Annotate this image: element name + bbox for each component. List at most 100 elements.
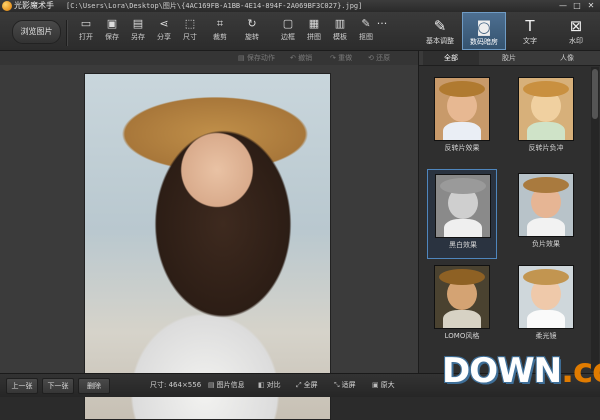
image-info-button[interactable]: ▤ 图片信息 xyxy=(208,374,245,397)
undo-button[interactable]: ↶ 撤销 xyxy=(290,51,312,65)
effect-category-tabs: 全部 胶片 人像 xyxy=(419,51,600,66)
edited-photo[interactable] xyxy=(84,73,331,420)
fullscreen-button[interactable]: ⤢ 全屏 xyxy=(296,374,318,397)
next-image-button[interactable]: 下一张 xyxy=(42,378,74,394)
tool-label: 裁剪 xyxy=(213,33,227,41)
tool-label: 保存 xyxy=(105,33,119,41)
panel-tab-label: 文字 xyxy=(523,37,537,45)
effect-label: 负片效果 xyxy=(532,240,560,248)
thumbnail-dress xyxy=(527,218,565,236)
effect-preset[interactable]: LOMO风格 xyxy=(427,261,497,351)
frame-icon: ▢ xyxy=(282,17,294,30)
app-name: 光影魔术手 xyxy=(14,1,54,10)
camera-icon: ◙ xyxy=(476,18,492,36)
crop-icon: ⌗ xyxy=(216,17,224,30)
effect-thumbnail xyxy=(434,265,490,329)
effects-scrollbar[interactable] xyxy=(591,67,599,371)
effect-category-tab[interactable]: 胶片 xyxy=(481,51,537,65)
more-tools-button[interactable]: ··· xyxy=(374,16,390,48)
effect-label: 黑白效果 xyxy=(449,241,477,249)
thumbnail-dress xyxy=(527,310,565,328)
maximize-button[interactable]: □ xyxy=(570,0,584,12)
original-size-button[interactable]: ▣ 原大 xyxy=(372,374,395,397)
basic-adjust-icon: ✎ xyxy=(433,17,447,35)
panel-tab-label: 数码暗房 xyxy=(470,38,498,46)
fit-screen-icon: ⤡ xyxy=(334,381,340,389)
thumbnail-hat xyxy=(439,81,485,97)
compare-icon: ◧ xyxy=(258,381,265,389)
compare-button[interactable]: ◧ 对比 xyxy=(258,374,281,397)
tool-label: 模板 xyxy=(333,33,347,41)
effect-category-tab[interactable]: 人像 xyxy=(539,51,595,65)
tool-collage-button[interactable]: ▦ 拼图 xyxy=(300,16,328,48)
effect-preset[interactable]: 负片效果 xyxy=(511,169,581,259)
effect-thumbnail xyxy=(518,77,574,141)
open-folder-icon: ▭ xyxy=(80,17,92,30)
tool-rotate-button[interactable]: ↻ 旋转 xyxy=(238,16,266,48)
tool-save-as-button[interactable]: ▤ 另存 xyxy=(124,16,152,48)
thumbnail-dress xyxy=(527,122,565,140)
tool-template-button[interactable]: ▥ 模板 xyxy=(326,16,354,48)
tool-label: 分享 xyxy=(157,33,171,41)
previous-image-button[interactable]: 上一张 xyxy=(6,378,38,394)
tool-save-button[interactable]: ▣ 保存 xyxy=(98,16,126,48)
minimize-button[interactable]: — xyxy=(556,0,570,12)
panel-tab-label: 水印 xyxy=(569,37,583,45)
tool-crop-button[interactable]: ⌗ 裁剪 xyxy=(206,16,234,48)
watermark-icon: ⊠ xyxy=(569,17,583,35)
resize-icon: ⬚ xyxy=(184,17,196,30)
effect-preset[interactable]: 柔光镜 xyxy=(511,261,581,351)
effect-thumbnail xyxy=(434,77,490,141)
tool-label: 拼图 xyxy=(307,33,321,41)
delete-image-button[interactable]: 删除 xyxy=(78,378,110,394)
effect-label: 反转片负冲 xyxy=(528,144,564,152)
tool-label: 尺寸 xyxy=(183,33,197,41)
scrollbar-thumb[interactable] xyxy=(592,69,598,119)
share-icon: ⋖ xyxy=(159,17,169,30)
collage-icon: ▦ xyxy=(308,17,320,30)
thumbnail-dress xyxy=(443,122,481,140)
effect-thumbnail xyxy=(518,265,574,329)
effect-thumbnail xyxy=(518,173,574,237)
thumbnail-dress xyxy=(444,219,482,237)
text-icon: T xyxy=(525,17,535,35)
tool-label: 边框 xyxy=(281,33,295,41)
thumbnail-hat xyxy=(523,177,569,193)
effects-panel: 全部 胶片 人像 反转片效果 反转片负冲黑白效果 负片效果 LOMO风格 柔光镜 xyxy=(418,51,600,373)
thumbnail-dress xyxy=(443,310,481,328)
app-logo-icon xyxy=(2,1,12,11)
tool-share-button[interactable]: ⋖ 分享 xyxy=(150,16,178,48)
save-action-button[interactable]: ▤ 保存动作 xyxy=(238,51,275,65)
undo-bar: ▤ 保存动作 ↶ 撤销 ↷ 重做 ⟲ 还原 xyxy=(0,51,418,65)
document-path: [C:\Users\Lora\Desktop\图片\{4AC169FB-A1BB… xyxy=(66,2,363,10)
info-icon: ▤ xyxy=(208,381,215,389)
thumbnail-hat xyxy=(523,81,569,97)
panel-tab-camera[interactable]: ◙ 数码暗房 xyxy=(462,12,506,50)
fullscreen-icon: ⤢ xyxy=(296,381,302,389)
tool-label: 另存 xyxy=(131,33,145,41)
canvas-area: ▤ 保存动作 ↶ 撤销 ↷ 重做 ⟲ 还原 xyxy=(0,51,418,420)
thumbnail-hat xyxy=(440,178,486,194)
effect-category-tab[interactable]: 全部 xyxy=(423,51,479,65)
redo-button[interactable]: ↷ 重做 xyxy=(330,51,352,65)
effect-label: 反转片效果 xyxy=(444,144,480,152)
rotate-icon: ↻ xyxy=(247,17,257,30)
effect-preset[interactable]: 黑白效果 xyxy=(427,169,497,259)
restore-button[interactable]: ⟲ 还原 xyxy=(368,51,390,65)
tool-resize-button[interactable]: ⬚ 尺寸 xyxy=(176,16,204,48)
effect-thumbnail xyxy=(435,174,491,238)
image-size-readout: 尺寸: 464×556 xyxy=(150,381,202,389)
browse-images-button[interactable]: 浏览图片 xyxy=(12,20,61,44)
tool-open-folder-button[interactable]: ▭ 打开 xyxy=(72,16,100,48)
effect-label: LOMO风格 xyxy=(444,332,480,340)
close-button[interactable]: ✕ xyxy=(584,0,598,12)
tool-frame-button[interactable]: ▢ 边框 xyxy=(274,16,302,48)
effect-preset[interactable]: 反转片负冲 xyxy=(511,73,581,163)
effect-preset[interactable]: 反转片效果 xyxy=(427,73,497,163)
toolbar-divider xyxy=(66,20,68,46)
panel-tab-watermark[interactable]: ⊠ 水印 xyxy=(554,12,598,50)
panel-tab-text[interactable]: T 文字 xyxy=(508,12,552,50)
panel-tab-basic-adjust[interactable]: ✎ 基本调整 xyxy=(418,12,462,50)
fit-screen-button[interactable]: ⤡ 适屏 xyxy=(334,374,356,397)
save-icon: ▣ xyxy=(106,17,118,30)
